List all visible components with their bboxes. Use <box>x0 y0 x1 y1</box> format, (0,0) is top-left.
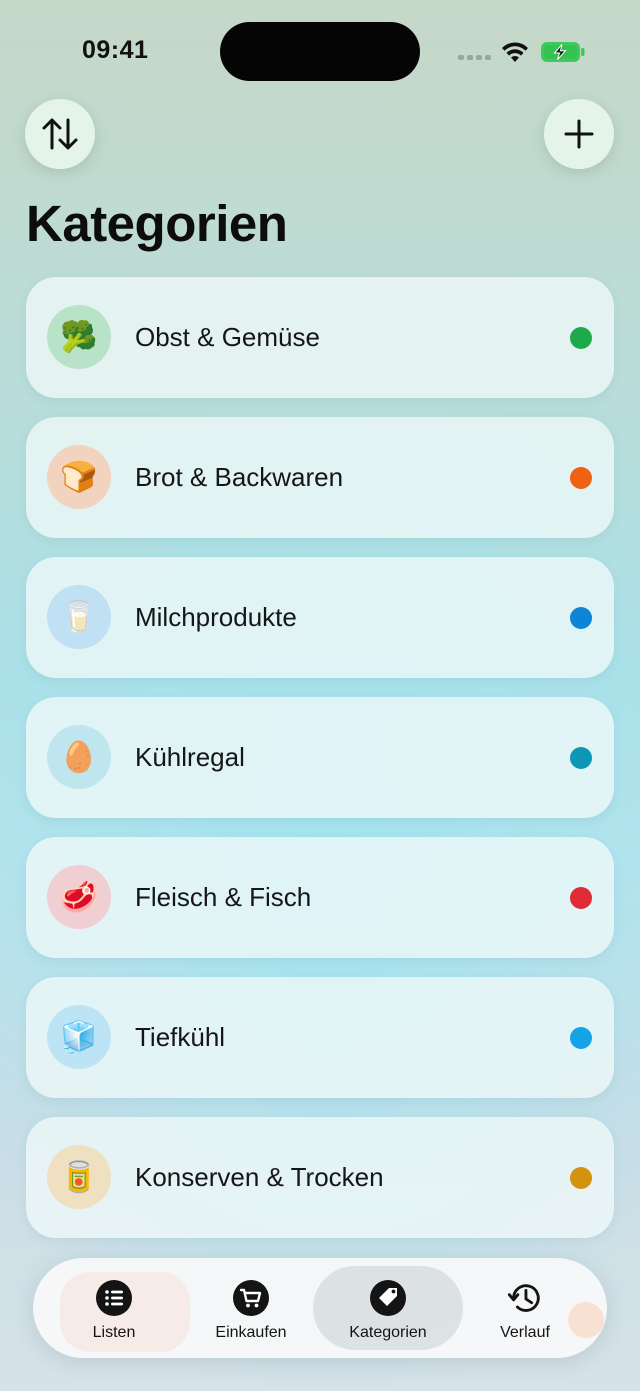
tab-kategorien[interactable]: Kategorien <box>328 1266 448 1350</box>
tab-label: Kategorien <box>349 1324 427 1341</box>
category-label: Fleisch & Fisch <box>135 882 312 912</box>
list-icon <box>95 1279 133 1317</box>
category-color-dot <box>570 887 592 909</box>
dynamic-island <box>220 22 420 81</box>
canned-food-icon: 🥫 <box>47 1145 111 1209</box>
category-row-milchprodukte[interactable]: 🥛 Milchprodukte <box>26 557 614 678</box>
tab-label: Listen <box>92 1324 136 1341</box>
category-row-obst-gemuese[interactable]: 🥦 Obst & Gemüse <box>26 277 614 398</box>
tab-listen[interactable]: Listen <box>74 1266 154 1350</box>
category-label: Tiefkühl <box>135 1022 226 1052</box>
category-row-konserven-trocken[interactable]: 🥫 Konserven & Trocken <box>26 1117 614 1238</box>
category-color-dot <box>570 327 592 349</box>
meat-icon: 🥩 <box>47 865 111 929</box>
bread-icon: 🍞 <box>47 445 111 509</box>
category-label: Obst & Gemüse <box>135 322 320 352</box>
scrolled-content-shadow <box>568 1302 604 1338</box>
category-label: Konserven & Trocken <box>135 1162 384 1192</box>
category-color-dot <box>570 1167 592 1189</box>
battery-charging-icon <box>540 41 586 68</box>
cart-icon <box>232 1279 270 1317</box>
category-color-dot <box>570 1027 592 1049</box>
category-color-dot <box>570 607 592 629</box>
tab-einkaufen[interactable]: Einkaufen <box>201 1266 301 1350</box>
category-row-kuehlregal[interactable]: 🥚 Kühlregal <box>26 697 614 818</box>
milk-glass-icon: 🥛 <box>47 585 111 649</box>
category-color-dot <box>570 467 592 489</box>
category-row-tiefkuehl[interactable]: 🧊 Tiefkühl <box>26 977 614 1098</box>
tab-label: Verlauf <box>500 1324 550 1341</box>
category-color-dot <box>570 747 592 769</box>
category-row-fleisch-fisch[interactable]: 🥩 Fleisch & Fisch <box>26 837 614 958</box>
cellular-signal-icon <box>458 55 491 60</box>
egg-icon: 🥚 <box>47 725 111 789</box>
tab-label: Einkaufen <box>215 1324 287 1341</box>
category-label: Brot & Backwaren <box>135 462 344 492</box>
category-label: Kühlregal <box>135 742 245 772</box>
sort-button[interactable] <box>25 99 95 169</box>
arrow-up-down-icon <box>42 118 78 150</box>
ice-cube-icon: 🧊 <box>47 1005 111 1069</box>
tab-verlauf[interactable]: Verlauf <box>485 1266 565 1350</box>
category-label: Milchprodukte <box>135 602 297 632</box>
plus-icon <box>564 119 594 149</box>
status-time: 09:41 <box>82 36 149 64</box>
page-title: Kategorien <box>26 195 288 252</box>
category-row-brot-backwaren[interactable]: 🍞 Brot & Backwaren <box>26 417 614 538</box>
tag-icon <box>369 1279 407 1317</box>
add-category-button[interactable] <box>544 99 614 169</box>
wifi-icon <box>500 40 530 69</box>
history-clock-icon <box>506 1279 544 1317</box>
broccoli-icon: 🥦 <box>47 305 111 369</box>
